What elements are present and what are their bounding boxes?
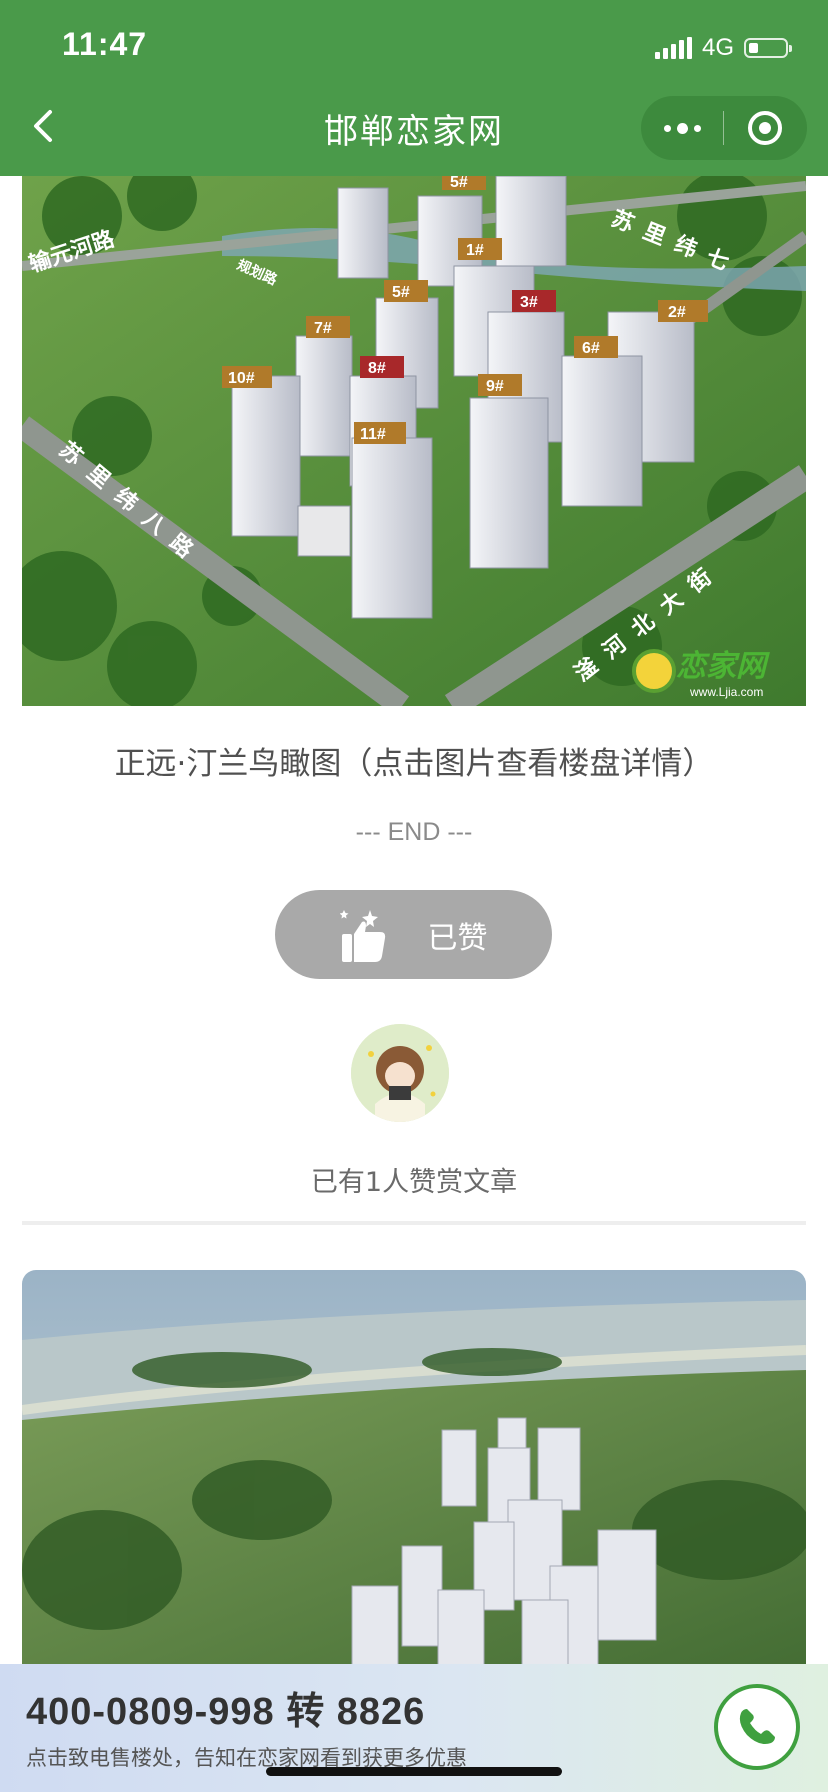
divider — [22, 1221, 806, 1225]
call-button[interactable] — [714, 1684, 800, 1770]
more-button[interactable] — [641, 96, 723, 160]
building-label: 10# — [228, 370, 255, 387]
building-label: 9# — [486, 378, 504, 395]
building-label: 3# — [520, 294, 538, 311]
battery-icon — [744, 38, 792, 58]
building-label: 8# — [368, 360, 386, 377]
status-time: 11:47 — [62, 26, 148, 62]
avatar-illustration — [351, 1024, 449, 1122]
likes-count-text: 已有1人赞赏文章 — [310, 1167, 518, 1198]
svg-text:恋家网: 恋家网 — [676, 649, 770, 684]
image-caption[interactable]: 正远·汀兰鸟瞰图（点击图片查看楼盘详情） — [0, 738, 828, 783]
building-label: 2# — [668, 304, 686, 321]
building-label: 5# — [450, 176, 468, 191]
like-button[interactable]: 已赞 — [275, 890, 552, 979]
home-indicator[interactable] — [266, 1767, 562, 1776]
phone-icon — [739, 1709, 775, 1744]
aerial-illustration: 5# 1# 5# 3# 2# 7# 6# 8# 10# 9# 11# 输元河路 … — [22, 176, 806, 706]
miniapp-capsule — [641, 96, 807, 160]
ljia-logo: 恋家网 www.Ljia.com — [632, 649, 770, 699]
building-label: 7# — [314, 320, 332, 337]
phone-number[interactable]: 400-0809-998 转 8826 — [26, 1680, 425, 1735]
project-render-image[interactable] — [22, 1270, 806, 1670]
avatar[interactable] — [351, 1024, 449, 1122]
building-label: 5# — [392, 284, 410, 301]
building-label: 1# — [466, 242, 484, 259]
svg-text:www.Ljia.com: www.Ljia.com — [689, 685, 763, 699]
top-bar: 11:47 4G 邯郸恋家网 — [0, 0, 828, 176]
building-label: 6# — [582, 340, 600, 357]
thumbs-up-icon — [339, 909, 385, 962]
signal-icon — [654, 37, 692, 59]
status-indicators: 4G — [654, 34, 792, 62]
building-label: 11# — [360, 426, 386, 443]
end-marker: --- END --- — [355, 818, 473, 846]
render-illustration — [22, 1270, 806, 1670]
like-label: 已赞 — [427, 920, 488, 956]
project-aerial-image[interactable]: 5# 1# 5# 3# 2# 7# 6# 8# 10# 9# 11# 输元河路 … — [22, 176, 806, 706]
network-type: 4G — [701, 34, 734, 61]
close-miniapp-button[interactable] — [724, 96, 806, 160]
target-circle-icon — [748, 111, 782, 145]
